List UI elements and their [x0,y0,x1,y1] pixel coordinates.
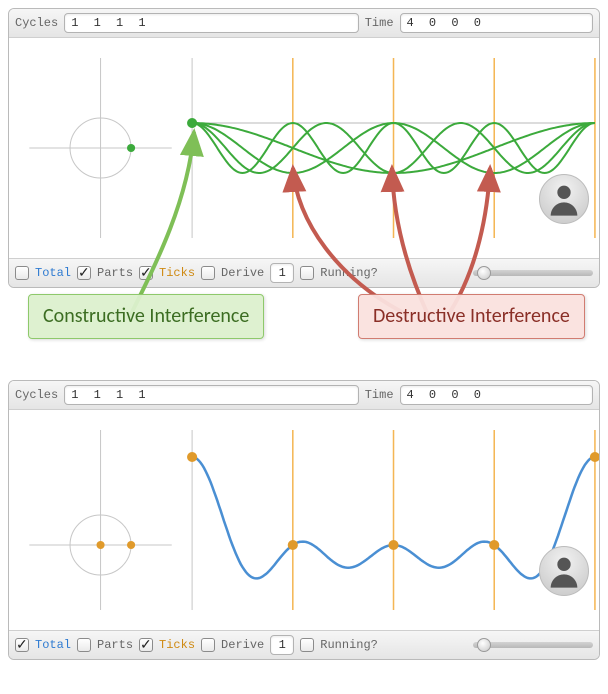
cycles-label: Cycles [15,16,58,30]
cycles-label: Cycles [15,388,58,402]
parts-checkbox[interactable] [77,638,91,652]
time-input[interactable]: 4 0 0 0 [400,13,593,33]
panel-parts: Cycles 1 1 1 1 Time 4 0 0 0 [8,8,600,288]
constructive-annotation: Constructive Interference [28,294,264,339]
derive-label: Derive [221,266,264,280]
ticks-checkbox[interactable] [139,638,153,652]
parts-label: Parts [97,266,133,280]
derive-checkbox[interactable] [201,638,215,652]
time-label: Time [365,16,394,30]
total-checkbox[interactable] [15,638,29,652]
total-label: Total [35,638,71,652]
derive-input[interactable]: 1 [270,263,294,283]
fourier-avatar-icon [539,174,589,224]
running-checkbox[interactable] [300,638,314,652]
panel1-bottom-bar: Total Parts Ticks Derive 1 Running? [9,258,599,287]
ticks-checkbox[interactable] [139,266,153,280]
derive-input[interactable]: 1 [270,635,294,655]
panel-total: Cycles 1 1 1 1 Time 4 0 0 0 Total Parts … [8,380,600,660]
speed-slider[interactable] [473,270,593,276]
parts-chart-svg [9,38,599,258]
ticks-label: Ticks [159,266,195,280]
parts-checkbox[interactable] [77,266,91,280]
ticks-label: Ticks [159,638,195,652]
time-input[interactable]: 4 0 0 0 [400,385,593,405]
running-checkbox[interactable] [300,266,314,280]
time-label: Time [365,388,394,402]
total-label: Total [35,266,71,280]
running-label: Running? [320,638,378,652]
derive-label: Derive [221,638,264,652]
panel2-bottom-bar: Total Parts Ticks Derive 1 Running? [9,630,599,659]
running-label: Running? [320,266,378,280]
fourier-avatar-icon [539,546,589,596]
panel2-chart [9,410,599,630]
panel2-top-bar: Cycles 1 1 1 1 Time 4 0 0 0 [9,381,599,410]
panel1-top-bar: Cycles 1 1 1 1 Time 4 0 0 0 [9,9,599,38]
cycles-input[interactable]: 1 1 1 1 [64,385,359,405]
parts-label: Parts [97,638,133,652]
derive-checkbox[interactable] [201,266,215,280]
panel1-chart [9,38,599,258]
total-chart-svg [9,410,599,630]
speed-slider[interactable] [473,642,593,648]
total-checkbox[interactable] [15,266,29,280]
cycles-input[interactable]: 1 1 1 1 [64,13,359,33]
destructive-annotation: Destructive Interference [358,294,585,339]
